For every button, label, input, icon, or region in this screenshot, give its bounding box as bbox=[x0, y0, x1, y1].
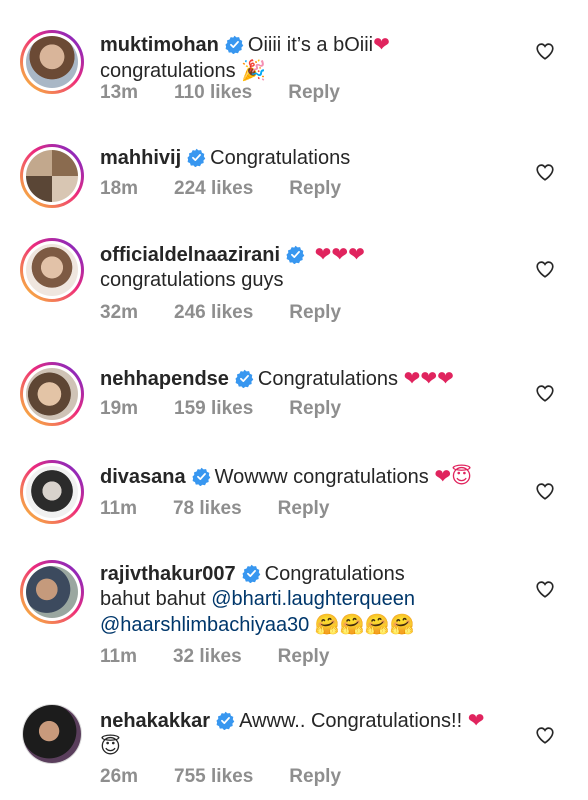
username[interactable]: mahhivij bbox=[100, 147, 181, 169]
comment-text-line2: congratulations bbox=[100, 60, 236, 82]
heart-outline-icon[interactable] bbox=[534, 480, 556, 502]
heart-outline-icon[interactable] bbox=[534, 258, 556, 280]
comment-text: Congratulations bbox=[257, 368, 399, 390]
heart-emoji: ❤😇 bbox=[434, 464, 472, 488]
comment-text-line2: congratulations guys bbox=[100, 269, 284, 291]
avatar[interactable] bbox=[22, 704, 82, 764]
verified-badge-icon bbox=[242, 564, 261, 583]
reply-button[interactable]: Reply bbox=[289, 766, 341, 787]
comment-text: Wowww congratulations bbox=[214, 466, 429, 488]
heart-outline-icon[interactable] bbox=[534, 724, 556, 746]
likes-count[interactable]: 32 likes bbox=[173, 646, 242, 667]
username[interactable]: officialdelnaazirani bbox=[100, 244, 280, 266]
avatar[interactable] bbox=[20, 144, 84, 208]
heart-emoji: ❤❤❤ bbox=[403, 366, 454, 390]
avatar[interactable] bbox=[20, 238, 84, 302]
timestamp: 11m bbox=[100, 498, 137, 519]
comment-text: Congratulations bbox=[264, 563, 405, 585]
reply-button[interactable]: Reply bbox=[278, 498, 330, 519]
comment-text-line2: bahut bahut bbox=[100, 588, 206, 610]
heart-emoji: ❤❤❤ bbox=[314, 242, 365, 266]
reply-button[interactable]: Reply bbox=[278, 646, 330, 667]
reply-button[interactable]: Reply bbox=[289, 302, 341, 323]
heart-outline-icon[interactable] bbox=[534, 40, 556, 62]
verified-badge-icon bbox=[216, 711, 235, 730]
reply-button[interactable]: Reply bbox=[289, 398, 341, 419]
reply-button[interactable]: Reply bbox=[288, 82, 340, 103]
timestamp: 18m bbox=[100, 178, 139, 199]
timestamp: 19m bbox=[100, 398, 139, 419]
heart-outline-icon[interactable] bbox=[534, 578, 556, 600]
halo-emoji: 😇 bbox=[100, 734, 121, 758]
hug-emoji: 🤗🤗🤗🤗 bbox=[314, 612, 415, 636]
heart-emoji: ❤ bbox=[373, 32, 390, 56]
timestamp: 11m bbox=[100, 646, 137, 667]
verified-badge-icon bbox=[187, 148, 206, 167]
avatar[interactable] bbox=[20, 560, 84, 624]
likes-count[interactable]: 159 likes bbox=[174, 398, 253, 419]
likes-count[interactable]: 755 likes bbox=[174, 766, 253, 787]
username[interactable]: divasana bbox=[100, 466, 186, 488]
username[interactable]: rajivthakur007 bbox=[100, 563, 236, 585]
verified-badge-icon bbox=[192, 467, 211, 486]
reply-button[interactable]: Reply bbox=[289, 178, 341, 199]
timestamp: 13m bbox=[100, 82, 139, 103]
likes-count[interactable]: 78 likes bbox=[173, 498, 242, 519]
avatar[interactable] bbox=[20, 460, 84, 524]
likes-count[interactable]: 246 likes bbox=[174, 302, 253, 323]
avatar[interactable] bbox=[20, 362, 84, 426]
heart-outline-icon[interactable] bbox=[534, 382, 556, 404]
username[interactable]: nehhapendse bbox=[100, 368, 229, 390]
comment-text: Congratulations bbox=[210, 147, 351, 169]
heart-outline-icon[interactable] bbox=[534, 161, 556, 183]
comment-text: Oiiii it’s a bOiii bbox=[247, 34, 374, 56]
username[interactable]: muktimohan bbox=[100, 34, 219, 56]
party-emoji: 🎉 bbox=[241, 58, 267, 82]
username[interactable]: nehakakkar bbox=[100, 710, 210, 732]
verified-badge-icon bbox=[235, 369, 254, 388]
comment-text: Awww.. Congratulations!! bbox=[239, 710, 463, 732]
avatar[interactable] bbox=[20, 30, 84, 94]
likes-count[interactable]: 110 likes bbox=[174, 82, 252, 103]
verified-badge-icon bbox=[286, 245, 305, 264]
verified-badge-icon bbox=[225, 35, 244, 54]
timestamp: 32m bbox=[100, 302, 139, 323]
mention-link[interactable]: @bharti.laughterqueen bbox=[211, 588, 415, 610]
heart-emoji: ❤ bbox=[467, 708, 485, 732]
likes-count[interactable]: 224 likes bbox=[174, 178, 253, 199]
timestamp: 26m bbox=[100, 766, 139, 787]
mention-link[interactable]: @haarshlimbachiyaa30 bbox=[100, 614, 309, 636]
